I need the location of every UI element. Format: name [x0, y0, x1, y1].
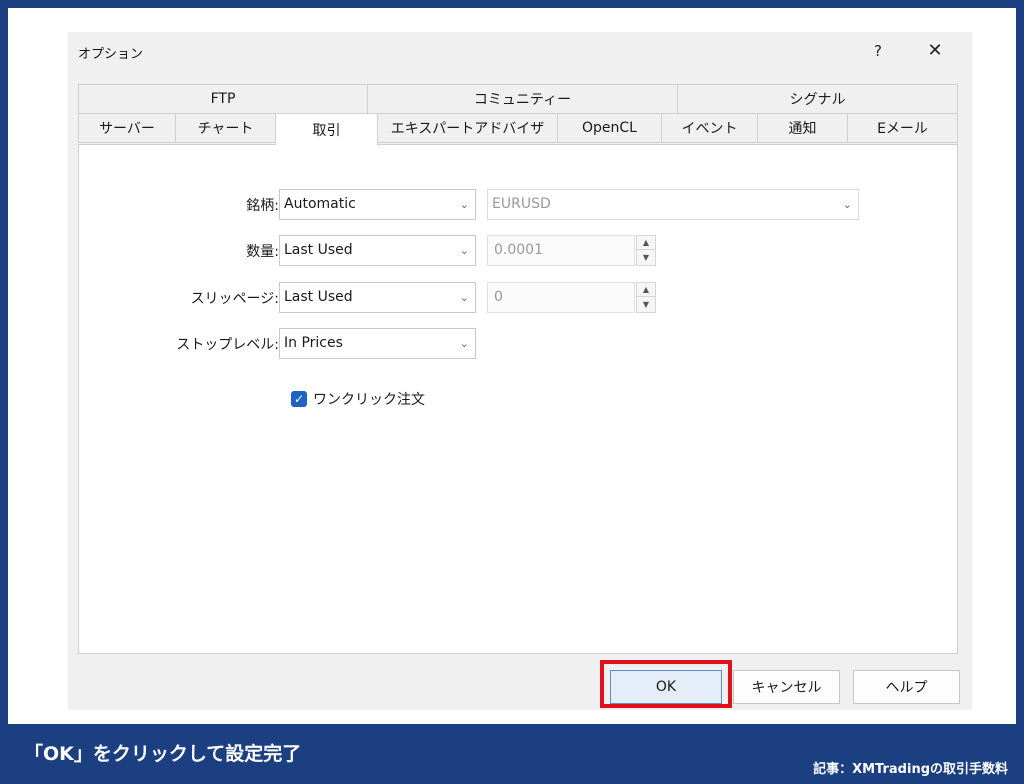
stoplevel-select[interactable]: In Prices ⌄ — [279, 328, 476, 359]
dialog-title: オプション — [78, 47, 144, 62]
stoplevel-value: In Prices — [284, 335, 343, 351]
volume-label: 数量: — [246, 244, 279, 260]
options-dialog: オプション ? ✕ FTP コミュニティー シグナル サーバー チャート 取引 … — [68, 32, 972, 710]
volume-mode-select[interactable]: Last Used ⌄ — [279, 235, 476, 266]
arrow-up-icon[interactable]: ▲ — [637, 283, 655, 297]
chevron-down-icon: ⌄ — [842, 198, 852, 211]
cancel-button[interactable]: キャンセル — [733, 670, 840, 704]
arrow-up-icon[interactable]: ▲ — [637, 236, 655, 250]
stoplevel-label: ストップレベル: — [176, 337, 279, 353]
slippage-mode-value: Last Used — [284, 289, 353, 305]
tab-row-bottom: サーバー チャート 取引 エキスパートアドバイザ OpenCL イベント 通知 … — [78, 113, 958, 146]
oneclick-checkbox[interactable]: ✓ — [291, 391, 307, 407]
slippage-row: スリッページ: Last Used ⌄ 0 ▲ ▼ — [79, 282, 959, 313]
slippage-label: スリッページ: — [190, 291, 279, 307]
slippage-input[interactable]: 0 — [487, 282, 635, 313]
volume-mode-value: Last Used — [284, 242, 353, 258]
ok-highlight-box — [600, 660, 732, 708]
article-credit: 記事：XMTradingの取引手数料 — [813, 762, 1008, 777]
tab-notifications[interactable]: 通知 — [758, 113, 848, 143]
trade-settings-panel: 銘柄: Automatic ⌄ EURUSD ⌄ 数量: Last Used ⌄… — [78, 144, 958, 654]
symbol-value: EURUSD — [492, 196, 551, 212]
symbol-label: 銘柄: — [246, 198, 279, 214]
tab-community[interactable]: コミュニティー — [368, 84, 678, 114]
caption-text: 「OK」をクリックして設定完了 — [24, 743, 302, 765]
volume-stepper[interactable]: ▲ ▼ — [636, 235, 656, 266]
close-icon[interactable]: ✕ — [920, 38, 950, 64]
help-button[interactable]: ヘルプ — [853, 670, 960, 704]
oneclick-label[interactable]: ワンクリック注文 — [313, 389, 425, 409]
symbol-select[interactable]: EURUSD ⌄ — [487, 189, 859, 220]
tab-server[interactable]: サーバー — [78, 113, 176, 143]
stoplevel-row: ストップレベル: In Prices ⌄ — [79, 328, 959, 359]
symbol-row: 銘柄: Automatic ⌄ EURUSD ⌄ — [79, 189, 959, 220]
volume-input[interactable]: 0.0001 — [487, 235, 635, 266]
tab-trade[interactable]: 取引 — [276, 113, 378, 146]
tab-ftp[interactable]: FTP — [78, 84, 368, 114]
tab-charts[interactable]: チャート — [176, 113, 276, 143]
arrow-down-icon[interactable]: ▼ — [637, 298, 655, 312]
tab-row-top: FTP コミュニティー シグナル — [78, 84, 958, 114]
tab-email[interactable]: Eメール — [848, 113, 958, 143]
slippage-stepper[interactable]: ▲ ▼ — [636, 282, 656, 313]
tab-opencl[interactable]: OpenCL — [558, 113, 662, 143]
help-icon[interactable]: ? — [870, 42, 886, 62]
slippage-mode-select[interactable]: Last Used ⌄ — [279, 282, 476, 313]
chevron-down-icon: ⌄ — [459, 198, 469, 211]
chevron-down-icon: ⌄ — [459, 291, 469, 304]
arrow-down-icon[interactable]: ▼ — [637, 251, 655, 265]
symbol-mode-select[interactable]: Automatic ⌄ — [279, 189, 476, 220]
chevron-down-icon: ⌄ — [459, 337, 469, 350]
chevron-down-icon: ⌄ — [459, 244, 469, 257]
volume-row: 数量: Last Used ⌄ 0.0001 ▲ ▼ — [79, 235, 959, 266]
symbol-mode-value: Automatic — [284, 196, 356, 212]
tab-expert-advisors[interactable]: エキスパートアドバイザ — [378, 113, 558, 143]
title-bar: オプション ? ✕ — [68, 32, 972, 72]
tab-signals[interactable]: シグナル — [678, 84, 958, 114]
tab-events[interactable]: イベント — [662, 113, 758, 143]
screenshot-frame: オプション ? ✕ FTP コミュニティー シグナル サーバー チャート 取引 … — [8, 8, 1016, 724]
